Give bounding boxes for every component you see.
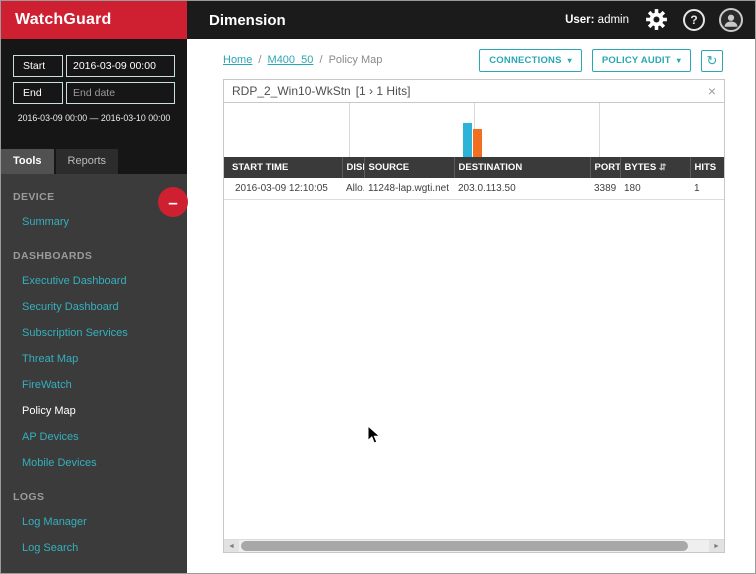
connections-button-label: CONNECTIONS <box>489 55 562 66</box>
settings-gear-icon[interactable] <box>643 7 669 33</box>
tab-tools[interactable]: Tools <box>1 149 54 174</box>
tab-reports[interactable]: Reports <box>55 149 119 174</box>
policy-audit-button[interactable]: POLICY AUDIT ▾ <box>591 49 691 72</box>
cell-source: 11248-lap.wgti.net <box>364 178 454 200</box>
col-bytes-label: BYTES <box>624 162 657 173</box>
app-window: { "topbar": { "brand": "WatchGuard", "ti… <box>0 0 756 574</box>
panel-title: RDP_2_Win10-WkStn <box>232 84 351 98</box>
cell-hits: 1 <box>690 178 724 200</box>
col-source[interactable]: SOURCE <box>363 157 454 178</box>
sidebar-item-log-search[interactable]: Log Search <box>1 535 187 561</box>
sidebar-item-summary[interactable]: Summary <box>1 209 187 235</box>
scroll-thumb[interactable] <box>241 541 688 551</box>
top-bar: WatchGuard Dimension User: admin ? <box>1 1 755 39</box>
sidebar-date-filter: Start End 2016-03-09 00:00 — 2016-03-10 … <box>1 39 187 174</box>
sort-icon: ⇵ <box>658 162 667 172</box>
refresh-icon: ↻ <box>706 53 718 68</box>
sidebar-nav: DEVICE Summary DASHBOARDS Executive Dash… <box>1 174 187 573</box>
sidebar-item-executive-dashboard[interactable]: Executive Dashboard <box>1 268 187 294</box>
sidebar-item-firewatch[interactable]: FireWatch <box>1 372 187 398</box>
panel-hits-badge: [1 › 1 Hits] <box>355 84 411 98</box>
chevron-down-icon: ▾ <box>676 56 681 65</box>
page-toolbar: CONNECTIONS ▾ POLICY AUDIT ▾ ↻ <box>479 49 723 72</box>
cell-port: 3389 <box>590 178 620 200</box>
mini-bar-chart <box>224 103 724 157</box>
cell-disposition: Allo... <box>342 178 364 200</box>
main-content: Home / M400_50 / Policy Map CONNECTIONS … <box>187 39 755 573</box>
breadcrumb-home-link[interactable]: Home <box>223 54 252 66</box>
sidebar-item-ap-devices[interactable]: AP Devices <box>1 424 187 450</box>
col-destination[interactable]: DESTINATION <box>453 157 590 178</box>
connections-button[interactable]: CONNECTIONS ▾ <box>479 49 582 72</box>
col-disposition[interactable]: DISPO <box>341 157 364 178</box>
account-icon[interactable] <box>719 8 743 32</box>
section-per-client-reports: PER CLIENT REPORTS <box>1 561 187 573</box>
section-logs: LOGS <box>13 491 45 503</box>
user-label: User: <box>565 14 595 26</box>
breadcrumb: Home / M400_50 / Policy Map <box>223 54 382 66</box>
connections-table: START TIME DISPO SOURCE DESTINATION PORT… <box>224 157 724 200</box>
breadcrumb-separator: / <box>319 54 323 66</box>
watchguard-logo: WatchGuard <box>1 1 187 39</box>
sidebar-collapse-button[interactable]: – <box>158 187 188 217</box>
refresh-button[interactable]: ↻ <box>701 49 723 72</box>
scroll-right-arrow[interactable]: ► <box>709 540 724 552</box>
minus-icon: – <box>168 192 178 212</box>
col-hits[interactable]: HITS <box>689 157 724 178</box>
breadcrumb-current: Policy Map <box>328 54 383 66</box>
sidebar: Start End 2016-03-09 00:00 — 2016-03-10 … <box>1 39 187 573</box>
end-date-label: End <box>13 82 63 104</box>
section-dashboards: DASHBOARDS <box>13 250 93 262</box>
table-header-row: START TIME DISPO SOURCE DESTINATION PORT… <box>224 157 724 178</box>
start-date-row: Start <box>13 55 175 77</box>
policy-audit-button-label: POLICY AUDIT <box>601 55 671 66</box>
close-icon[interactable]: × <box>708 84 716 98</box>
sidebar-item-policy-map[interactable]: Policy Map <box>1 398 187 424</box>
topbar-right: User: admin ? <box>565 7 755 33</box>
sidebar-item-threat-map[interactable]: Threat Map <box>1 346 187 372</box>
col-start-time[interactable]: START TIME <box>224 157 342 178</box>
sidebar-item-security-dashboard[interactable]: Security Dashboard <box>1 294 187 320</box>
start-date-input[interactable] <box>66 55 175 77</box>
user-indicator: User: admin <box>565 14 629 26</box>
panel-header: RDP_2_Win10-WkStn [1 › 1 Hits] × <box>224 80 724 103</box>
cell-bytes: 180 <box>620 178 690 200</box>
end-date-input[interactable] <box>66 82 175 104</box>
scroll-track[interactable] <box>239 540 709 552</box>
app-title: Dimension <box>209 11 286 29</box>
chevron-down-icon: ▾ <box>567 56 572 65</box>
sidebar-item-mobile-devices[interactable]: Mobile Devices <box>1 450 187 476</box>
table-row[interactable]: 2016-03-09 12:10:05 Allo... 11248-lap.wg… <box>224 178 724 200</box>
end-date-row: End <box>13 82 175 104</box>
user-name: admin <box>597 14 629 26</box>
policy-map-panel: RDP_2_Win10-WkStn [1 › 1 Hits] × START T… <box>223 79 725 553</box>
horizontal-scrollbar[interactable]: ◄ ► <box>224 539 724 552</box>
sidebar-tabs: Tools Reports <box>1 149 187 174</box>
chart-gridline <box>349 103 350 157</box>
start-date-label: Start <box>13 55 63 77</box>
brand-text: WatchGuard <box>15 11 112 28</box>
date-range-summary: 2016-03-09 00:00 — 2016-03-10 00:00 <box>17 113 171 123</box>
chart-gridline <box>599 103 600 157</box>
col-port[interactable]: PORT <box>589 157 620 178</box>
cell-start-time: 2016-03-09 12:10:05 <box>224 178 342 200</box>
help-icon[interactable]: ? <box>683 9 705 31</box>
cell-destination: 203.0.113.50 <box>454 178 590 200</box>
sidebar-item-log-manager[interactable]: Log Manager <box>1 509 187 535</box>
col-bytes[interactable]: BYTES ⇵ <box>619 157 690 178</box>
breadcrumb-separator: / <box>258 54 262 66</box>
breadcrumb-device-link[interactable]: M400_50 <box>268 54 314 66</box>
orange-bar <box>473 129 482 157</box>
blue-bar <box>463 123 472 157</box>
sidebar-item-subscription-services[interactable]: Subscription Services <box>1 320 187 346</box>
scroll-left-arrow[interactable]: ◄ <box>224 540 239 552</box>
